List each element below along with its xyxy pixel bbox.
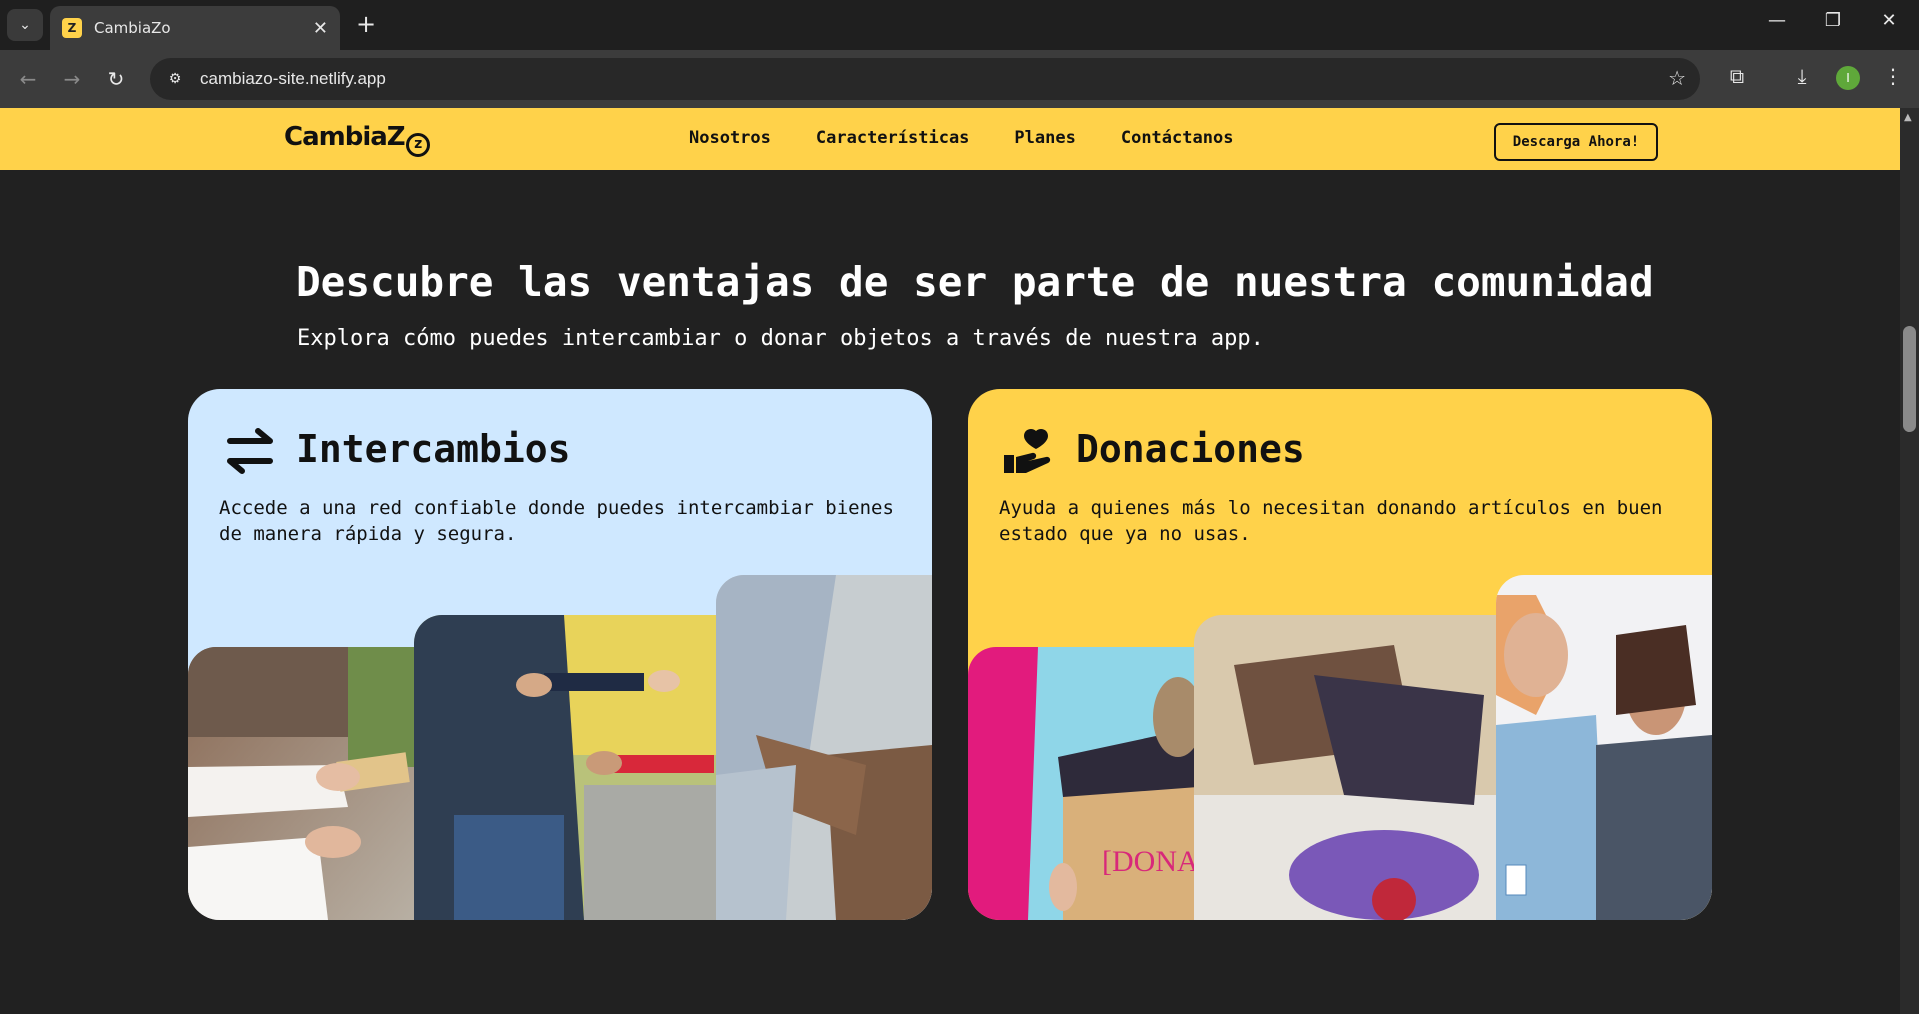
menu-kebab-icon[interactable]: ⋮ bbox=[1878, 64, 1908, 88]
window-close-icon[interactable]: ✕ bbox=[1874, 10, 1904, 31]
tab-close-icon[interactable]: ✕ bbox=[313, 18, 328, 39]
restore-icon[interactable]: ❐ bbox=[1818, 10, 1848, 31]
site-navbar: CambiaZ z Nosotros Características Planes… bbox=[0, 108, 1900, 170]
card-title: Donaciones bbox=[1076, 427, 1305, 471]
bookmark-star-icon[interactable]: ☆ bbox=[1668, 66, 1686, 90]
url-text[interactable]: cambiazo-site.netlify.app bbox=[200, 69, 386, 89]
photo-donation-box: [DONA bbox=[968, 647, 1198, 920]
tab-search-button[interactable]: ⌄ bbox=[7, 9, 43, 41]
forward-icon[interactable]: → bbox=[58, 65, 86, 93]
reload-icon[interactable]: ↻ bbox=[102, 65, 130, 93]
photo-hands-exchange bbox=[188, 647, 418, 920]
site-menu: Nosotros Características Planes Contácta… bbox=[689, 128, 1233, 148]
browser-toolbar: ← → ↻ ⚙ cambiazo-site.netlify.app ☆ ⧉ ⤓ … bbox=[0, 50, 1919, 108]
site-info-icon[interactable]: ⚙ bbox=[162, 66, 188, 92]
browser-tab-bar: ⌄ Z CambiaZo ✕ + — ❐ ✕ bbox=[0, 0, 1919, 50]
box-label: [DONA bbox=[1102, 845, 1198, 878]
photo-books-exchange bbox=[414, 615, 720, 920]
download-now-button[interactable]: Descarga Ahora! bbox=[1494, 123, 1658, 161]
extensions-icon[interactable]: ⧉ bbox=[1722, 64, 1752, 88]
swap-arrows-icon bbox=[227, 428, 273, 474]
page-viewport: CambiaZ z Nosotros Características Planes… bbox=[0, 108, 1900, 1014]
tab-title: CambiaZo bbox=[94, 19, 171, 37]
section-title: Descubre las ventajas de ser parte de nu… bbox=[296, 258, 1654, 306]
scrollbar-thumb[interactable] bbox=[1903, 326, 1916, 432]
nav-nosotros[interactable]: Nosotros bbox=[689, 128, 771, 148]
card-donaciones: Donaciones Ayuda a quienes más lo necesi… bbox=[968, 389, 1712, 920]
photo-volunteers bbox=[1496, 575, 1712, 920]
scroll-up-icon[interactable]: ▲ bbox=[1904, 112, 1912, 123]
donate-heart-hand-icon bbox=[1004, 428, 1051, 473]
back-icon[interactable]: ← bbox=[14, 65, 42, 93]
browser-tab[interactable]: Z CambiaZo ✕ bbox=[50, 6, 340, 50]
address-bar[interactable]: ⚙ cambiazo-site.netlify.app ☆ bbox=[150, 58, 1700, 100]
card-text: Ayuda a quienes más lo necesitan donando… bbox=[999, 497, 1663, 545]
minimize-icon[interactable]: — bbox=[1762, 10, 1792, 31]
card-text: Accede a una red confiable donde puedes … bbox=[219, 497, 894, 545]
logo-ring-icon: z bbox=[405, 133, 430, 157]
card-title: Intercambios bbox=[296, 427, 571, 471]
card-intercambios: Intercambios Accede a una red confiable … bbox=[188, 389, 932, 920]
favicon-icon: Z bbox=[62, 18, 82, 38]
nav-caracteristicas[interactable]: Características bbox=[816, 128, 970, 148]
profile-avatar[interactable]: I bbox=[1836, 66, 1860, 90]
photo-handshake bbox=[716, 575, 932, 920]
site-logo[interactable]: CambiaZ z bbox=[284, 122, 430, 157]
nav-contactanos[interactable]: Contáctanos bbox=[1121, 128, 1234, 148]
nav-planes[interactable]: Planes bbox=[1014, 128, 1075, 148]
section-subtitle: Explora cómo puedes intercambiar o donar… bbox=[297, 326, 1264, 351]
new-tab-button[interactable]: + bbox=[352, 10, 380, 38]
photo-clothes-donation bbox=[1194, 615, 1500, 920]
page-scrollbar[interactable]: ▲ bbox=[1900, 108, 1919, 1014]
logo-text: CambiaZ bbox=[284, 122, 406, 152]
download-icon[interactable]: ⤓ bbox=[1787, 64, 1817, 88]
